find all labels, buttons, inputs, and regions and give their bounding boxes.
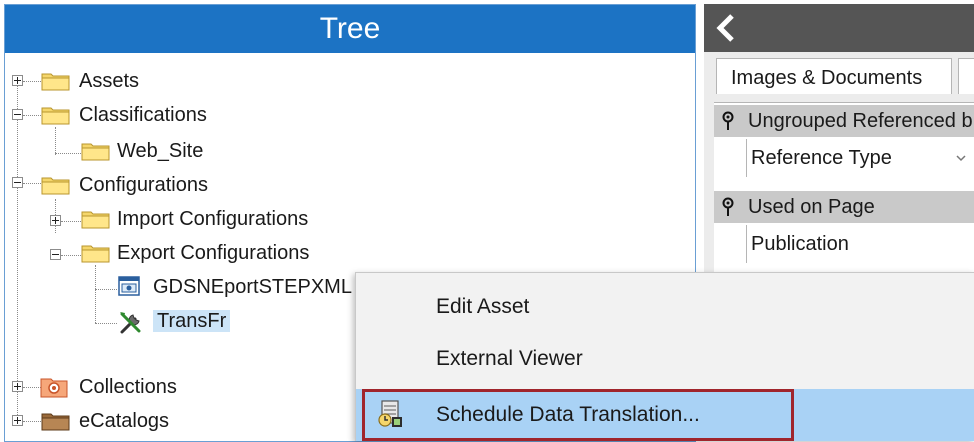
field-label: Reference Type	[751, 147, 892, 169]
tree-item-label: Assets	[79, 70, 140, 92]
tree-header: Tree	[5, 5, 695, 53]
tree-connector	[95, 265, 96, 323]
group-header[interactable]: Ungrouped Referenced b	[714, 105, 974, 137]
folder-icon	[41, 177, 70, 195]
expand-toggle[interactable]	[12, 381, 23, 392]
tree-connector	[61, 221, 81, 222]
detail-panel-header	[704, 4, 974, 52]
tree-connector	[55, 153, 81, 154]
tree-item-label: Import Configurations	[117, 208, 309, 230]
tree-item-label: Export Configurations	[117, 242, 310, 264]
expand-toggle[interactable]	[50, 215, 61, 226]
app-window: Tree Assets Classifications Web_Site Con…	[0, 0, 974, 442]
tree-item-label: Classifications	[79, 104, 207, 126]
pin-icon[interactable]	[720, 197, 736, 217]
chevron-down-icon[interactable]	[956, 153, 966, 163]
tree-connector	[61, 255, 81, 256]
menu-item-label: Edit Asset	[436, 295, 530, 318]
collections-icon	[40, 378, 68, 398]
tab-images-documents[interactable]: Images & Documents	[716, 58, 952, 94]
tree-item-label: Configurations	[79, 174, 208, 196]
tab-bar: Images & Documents R	[716, 58, 974, 94]
expand-toggle[interactable]	[12, 75, 23, 86]
tree-item-label: eCatalogs	[79, 410, 170, 432]
folder-icon	[41, 107, 70, 125]
field-value[interactable]: Publication	[747, 225, 974, 263]
group-title: Ungrouped Referenced b	[748, 110, 973, 132]
tree-connector	[23, 183, 41, 184]
field-select[interactable]: Reference Type	[747, 139, 974, 177]
export-config-icon	[118, 276, 140, 296]
tree-connector	[55, 127, 56, 155]
tools-icon	[120, 312, 141, 334]
collapse-toggle[interactable]	[12, 177, 23, 188]
folder-icon	[41, 73, 70, 91]
collapse-toggle[interactable]	[50, 249, 61, 260]
field-row: Reference Type	[714, 139, 974, 177]
folder-icon	[81, 143, 110, 161]
field-row: Publication	[714, 225, 974, 263]
tree-item-label: GDSNEportSTEPXML	[153, 276, 352, 298]
folder-icon	[81, 211, 110, 229]
tree-connector	[23, 115, 41, 116]
folder-icon	[81, 245, 110, 263]
row-gutter	[714, 139, 747, 177]
pin-icon[interactable]	[720, 111, 736, 131]
tree-connector	[95, 323, 117, 324]
collapse-toggle[interactable]	[12, 109, 23, 120]
highlight-callout	[362, 389, 794, 441]
tree-connector	[17, 81, 18, 419]
context-menu: Edit Asset External Viewer Schedule Data…	[355, 272, 974, 441]
tree-connector	[95, 289, 117, 290]
menu-item-label: External Viewer	[436, 347, 583, 370]
tree-item-label: Collections	[79, 376, 177, 398]
tree-connector	[23, 421, 41, 422]
tree-connector	[23, 81, 41, 82]
menu-item-external-viewer[interactable]: External Viewer	[356, 333, 974, 385]
expand-toggle[interactable]	[12, 415, 23, 426]
chevron-left-icon[interactable]	[714, 12, 738, 44]
row-gutter	[714, 225, 747, 263]
tree-item-label: TransFr	[153, 306, 231, 336]
tab-r[interactable]: R	[958, 58, 974, 94]
tree-item-label: Web_Site	[117, 140, 204, 162]
selected-label: TransFr	[153, 310, 231, 332]
menu-item-edit-asset[interactable]: Edit Asset	[356, 281, 974, 333]
group-header[interactable]: Used on Page	[714, 191, 974, 223]
catalog-folder-icon	[41, 413, 70, 431]
group-title: Used on Page	[748, 196, 875, 218]
